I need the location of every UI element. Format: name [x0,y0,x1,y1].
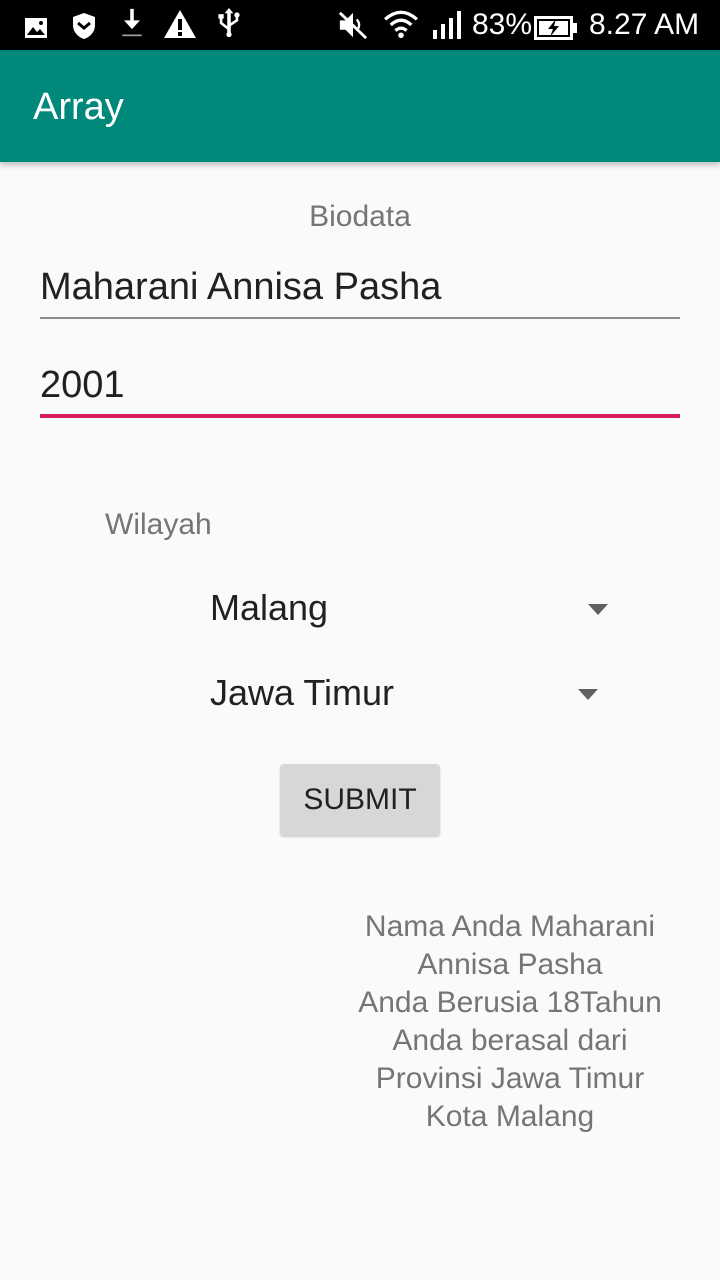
submit-button[interactable]: SUBMIT [280,764,440,836]
city-spinner[interactable]: Malang [210,578,610,638]
warning-icon [164,10,196,38]
battery-charging-icon [534,16,577,40]
dropdown-arrow-icon [588,604,608,615]
name-field[interactable] [40,264,680,310]
birth-year-field-underline [40,414,680,418]
status-bar: 83% 8.27 AM [0,0,720,50]
gallery-icon [25,18,47,38]
mute-icon [338,11,368,40]
result-line: Kota Malang [425,1100,595,1133]
app-title: Array [33,86,124,128]
signal-icon [433,11,461,39]
name-field-underline [40,317,680,319]
clock: 8.27 AM [589,8,700,41]
city-spinner-value: Malang [210,587,329,628]
download-icon [122,8,142,37]
shield-icon [73,13,95,39]
province-spinner[interactable]: Jawa Timur [210,663,600,723]
result-line: Nama Anda Maharani [364,910,656,943]
result-line: Annisa Pasha [417,948,603,981]
region-label: Wilayah [105,508,212,541]
wifi-icon [383,10,419,39]
result-line: Anda berasal dari [392,1024,628,1057]
result-line: Anda Berusia 18Tahun [358,986,662,1019]
result-text: Nama Anda Maharani Annisa Pasha Anda Ber… [340,908,680,1136]
usb-icon [218,8,240,38]
biodata-heading: Biodata [309,200,411,233]
birth-year-field[interactable] [40,362,680,408]
app-bar: Array [0,50,720,162]
battery-percent: 83% [472,8,533,41]
province-spinner-value: Jawa Timur [210,672,395,713]
dropdown-arrow-icon [578,689,598,700]
result-line: Provinsi Jawa Timur [375,1062,645,1095]
